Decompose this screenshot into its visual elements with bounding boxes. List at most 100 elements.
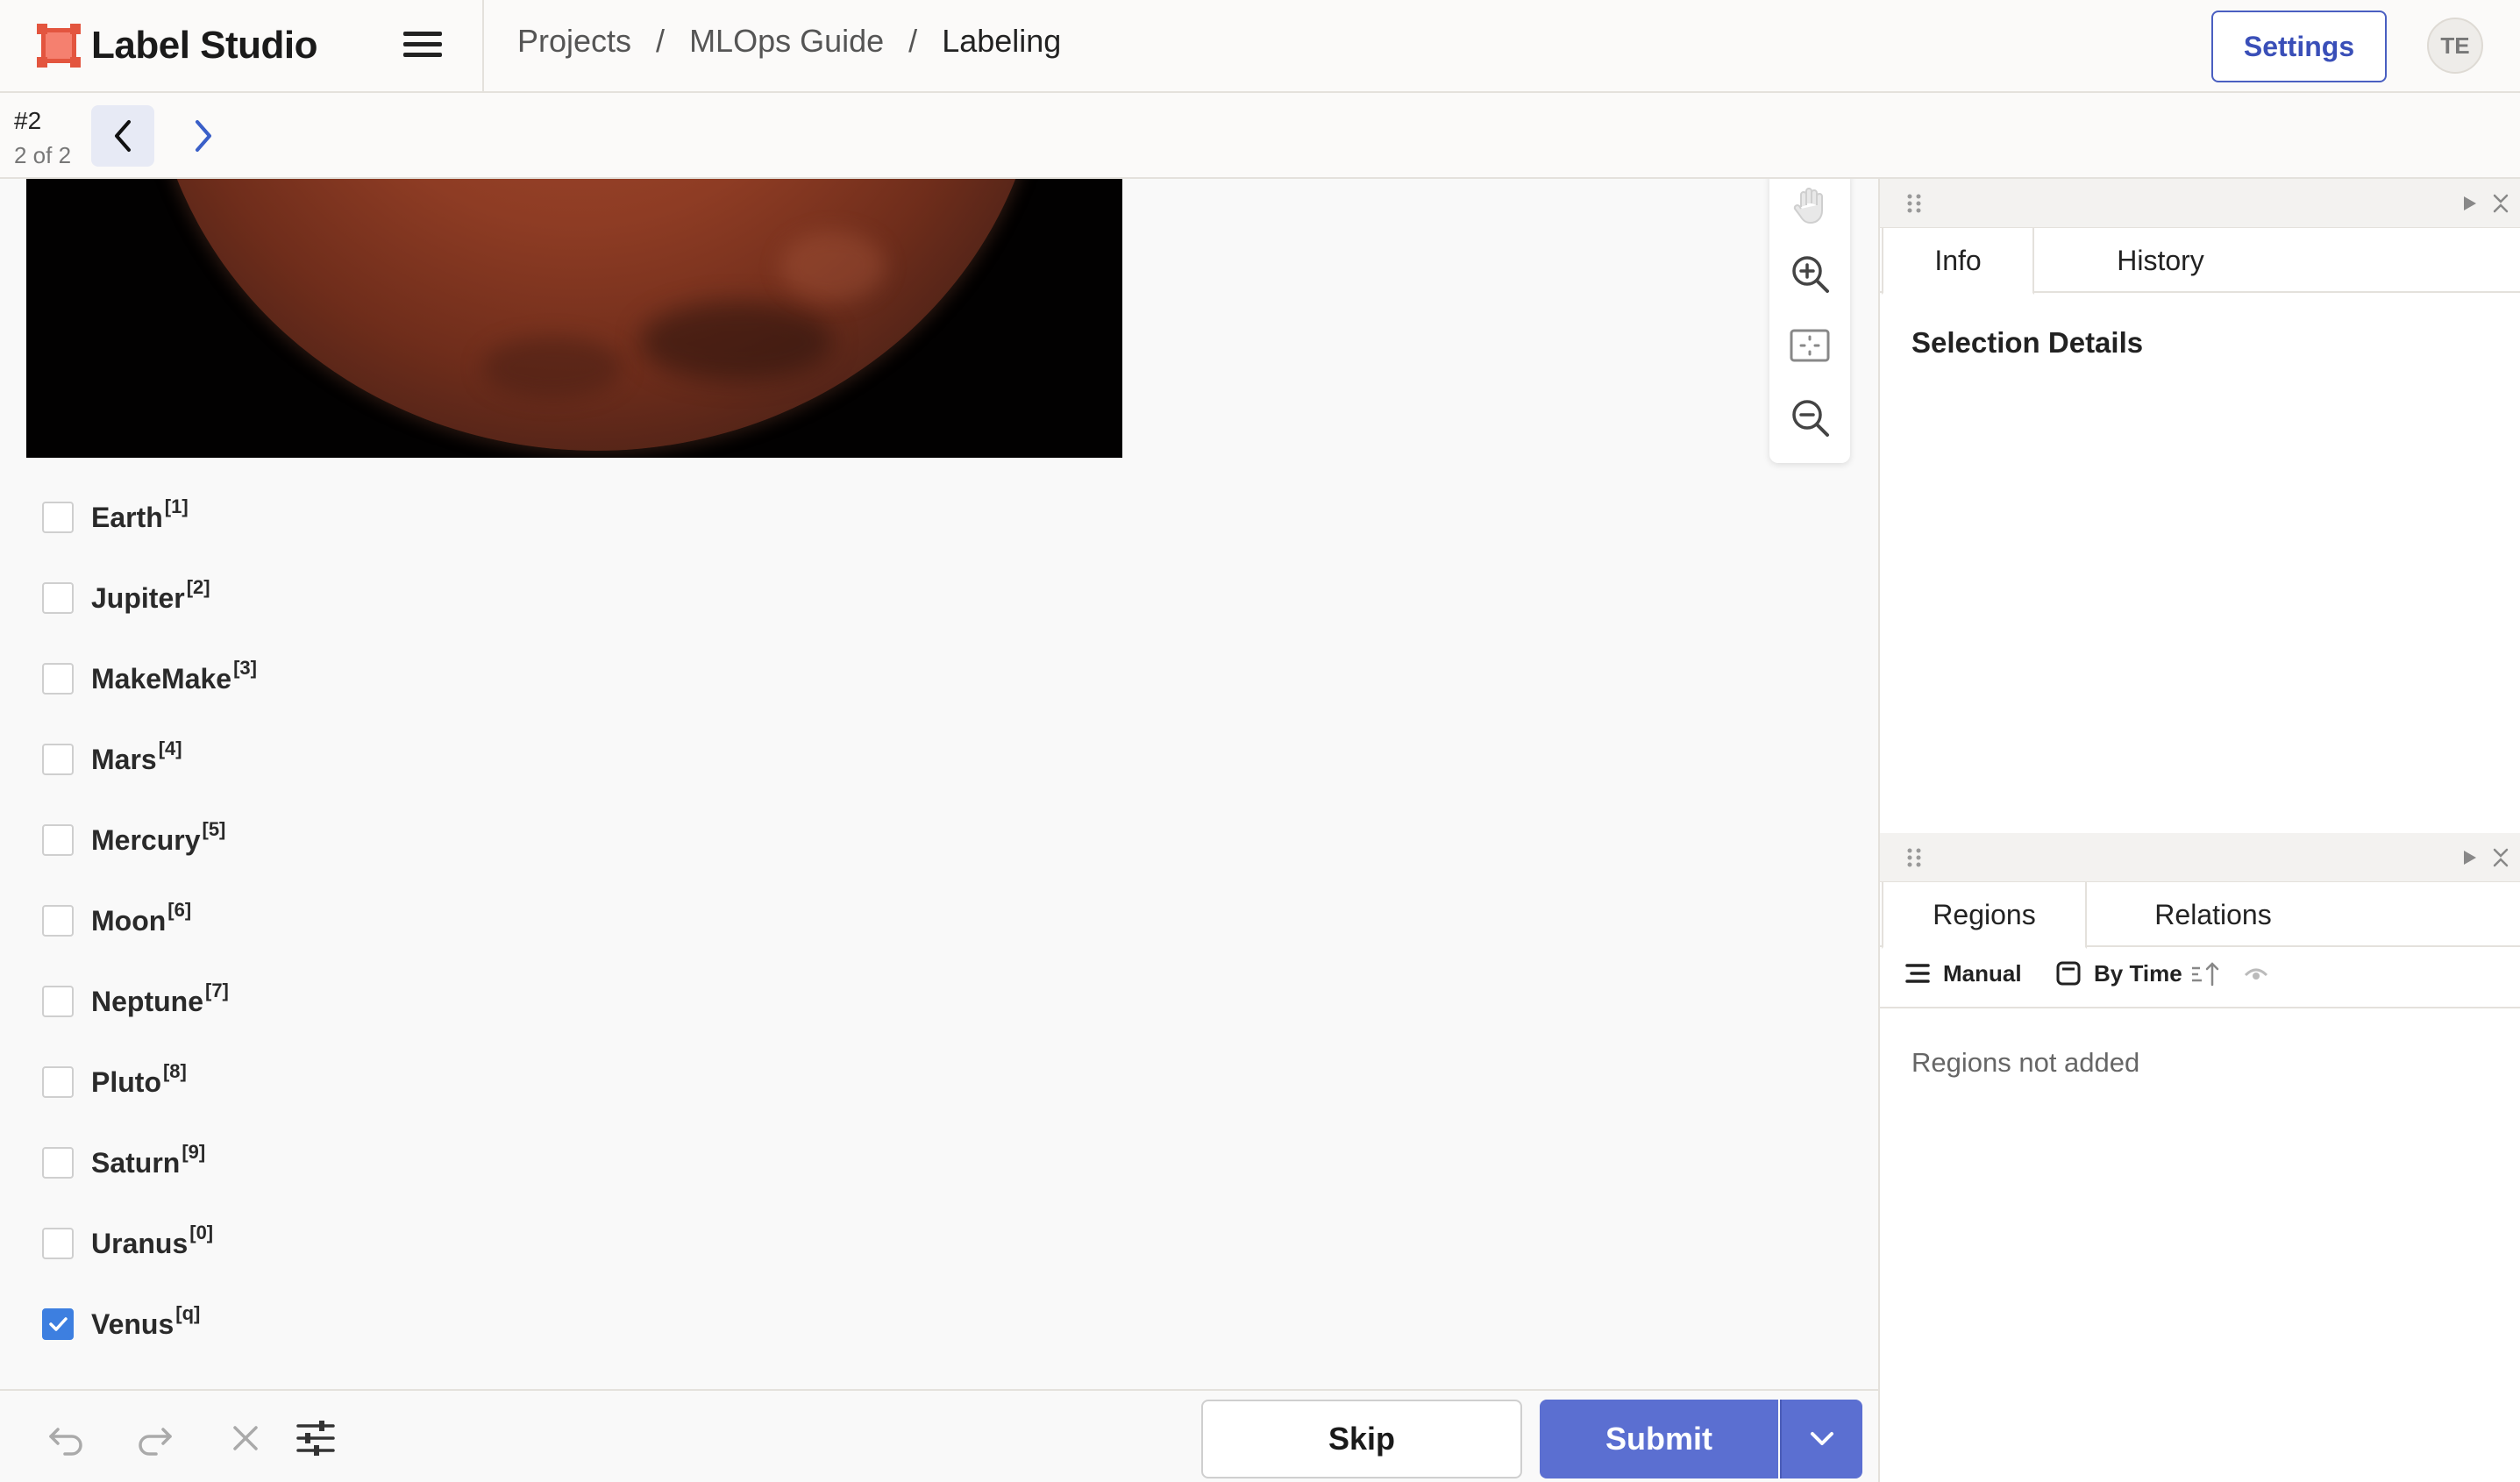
hand-pan-icon[interactable] [1789, 184, 1831, 226]
info-panel-header [1880, 179, 2520, 228]
breadcrumb-current: Labeling [942, 23, 1062, 59]
side-panels: Info History Selection Details Regions R… [1878, 179, 2520, 1482]
choice-hotkey: [1] [164, 495, 189, 517]
choice-label: Moon [91, 904, 167, 937]
chevron-right-icon [196, 120, 211, 152]
sort-by-time-label: By Time [2094, 959, 2182, 987]
detach-panel-icon[interactable] [2490, 193, 2511, 214]
regions-tabs: Regions Relations [1880, 882, 2520, 949]
tab-history[interactable]: History [2047, 228, 2274, 293]
choice-hotkey: [0] [189, 1222, 214, 1243]
redo-icon[interactable] [133, 1417, 175, 1459]
regions-toolbar: Manual By Time [1880, 938, 2520, 1008]
regions-panel-header [1880, 833, 2520, 882]
choice-item[interactable]: Jupiter [2] [42, 572, 210, 624]
choice-item[interactable]: Mars [4] [42, 733, 182, 786]
collapse-panel-icon[interactable] [2459, 847, 2480, 868]
submit-options-button[interactable] [1780, 1400, 1862, 1478]
choice-item[interactable]: Neptune [7] [42, 975, 229, 1028]
choice-label: Pluto [91, 1065, 161, 1098]
choice-hotkey: [8] [162, 1060, 187, 1082]
breadcrumb-project[interactable]: MLOps Guide [689, 23, 884, 60]
next-task-button[interactable] [172, 105, 235, 167]
checkbox-checked[interactable] [42, 1308, 74, 1340]
choice-item[interactable]: Uranus [0] [42, 1217, 213, 1270]
choice-label: Earth [91, 501, 163, 533]
sort-by-time-button[interactable]: By Time [2055, 956, 2233, 991]
reset-icon[interactable] [224, 1417, 267, 1459]
choice-hotkey: [2] [186, 576, 210, 598]
task-position: 2 of 2 [14, 142, 72, 168]
selection-details-title: Selection Details [1911, 326, 2144, 359]
menu-icon[interactable] [402, 26, 444, 65]
choice-label: Uranus [91, 1227, 189, 1259]
checkbox[interactable] [42, 502, 74, 533]
breadcrumb-separator: / [908, 23, 918, 59]
check-icon [49, 1317, 68, 1331]
group-manual-button[interactable]: Manual [1904, 956, 2022, 991]
choice-item[interactable]: Saturn [9] [42, 1136, 205, 1189]
collapse-panel-icon[interactable] [2459, 193, 2480, 214]
choice-hotkey: [7] [205, 980, 229, 1001]
choice-label: Neptune [91, 985, 203, 1017]
choice-label: Jupiter [91, 581, 185, 614]
detach-panel-icon[interactable] [2490, 847, 2511, 868]
checkbox[interactable] [42, 582, 74, 614]
choice-hotkey: [6] [167, 899, 192, 921]
choice-item[interactable]: MakeMake [3] [42, 652, 257, 705]
zoom-out-icon[interactable] [1789, 396, 1831, 438]
choice-hotkey: [3] [233, 657, 257, 679]
breadcrumb-projects[interactable]: Projects [517, 23, 631, 60]
choice-hotkey: [q] [175, 1302, 201, 1324]
choice-item[interactable]: Moon [6] [42, 894, 191, 947]
undo-icon[interactable] [46, 1417, 88, 1459]
labeling-area: Earth [1] Jupiter [2] MakeMake [3] Mars [4] … [0, 179, 1878, 1389]
checkbox[interactable] [42, 1228, 74, 1259]
checkbox[interactable] [42, 824, 74, 856]
breadcrumb: Projects / MLOps Guide / Labeling [517, 23, 1061, 60]
choice-hotkey: [9] [182, 1141, 206, 1163]
choice-item[interactable]: Mercury [5] [42, 814, 225, 866]
choice-hotkey: [4] [158, 737, 182, 759]
group-manual-label: Manual [1943, 959, 2022, 987]
info-tabs: Info History [1880, 228, 2520, 295]
choice-hotkey: [5] [202, 818, 226, 840]
planet-image [149, 179, 1043, 451]
tab-info[interactable]: Info [1882, 228, 2034, 295]
submit-button[interactable]: Submit [1540, 1400, 1778, 1478]
task-image[interactable] [26, 179, 1122, 458]
settings-sliders-icon[interactable] [295, 1417, 337, 1459]
choice-item[interactable]: Venus [q] [42, 1298, 200, 1350]
clock-square-icon [2056, 961, 2081, 986]
tab-relations[interactable]: Relations [2099, 882, 2327, 947]
drag-handle-icon[interactable] [1906, 847, 1922, 868]
settings-button[interactable]: Settings [2211, 11, 2387, 82]
image-zoom-toolbar [1769, 179, 1850, 463]
drag-handle-icon[interactable] [1906, 193, 1922, 214]
visibility-icon[interactable] [2243, 963, 2269, 984]
choice-label: MakeMake [91, 662, 232, 695]
chevron-down-icon [1811, 1432, 1833, 1445]
choice-label: Venus [91, 1307, 174, 1340]
previous-task-button[interactable] [91, 105, 154, 167]
checkbox[interactable] [42, 1066, 74, 1098]
app-logo[interactable]: Label Studio [37, 21, 318, 70]
choice-label: Mercury [91, 823, 201, 856]
checkbox[interactable] [42, 905, 74, 937]
choice-item[interactable]: Earth [1] [42, 491, 189, 544]
checkbox[interactable] [42, 1147, 74, 1179]
regions-empty-message: Regions not added [1911, 1047, 2140, 1078]
checkbox[interactable] [42, 986, 74, 1017]
bottom-action-bar: Skip Submit [0, 1389, 1878, 1482]
checkbox[interactable] [42, 744, 74, 775]
skip-button[interactable]: Skip [1201, 1400, 1522, 1478]
breadcrumb-separator: / [656, 23, 666, 59]
checkbox[interactable] [42, 663, 74, 695]
choice-item[interactable]: Pluto [8] [42, 1056, 187, 1108]
fit-screen-icon[interactable] [1789, 324, 1831, 367]
header-divider [482, 0, 484, 93]
top-navigation-bar: Label Studio Projects / MLOps Guide / La… [0, 0, 2520, 93]
task-navigation-bar: #2 2 of 2 [0, 93, 2520, 179]
zoom-in-icon[interactable] [1789, 253, 1831, 295]
avatar[interactable]: TE [2427, 18, 2483, 74]
